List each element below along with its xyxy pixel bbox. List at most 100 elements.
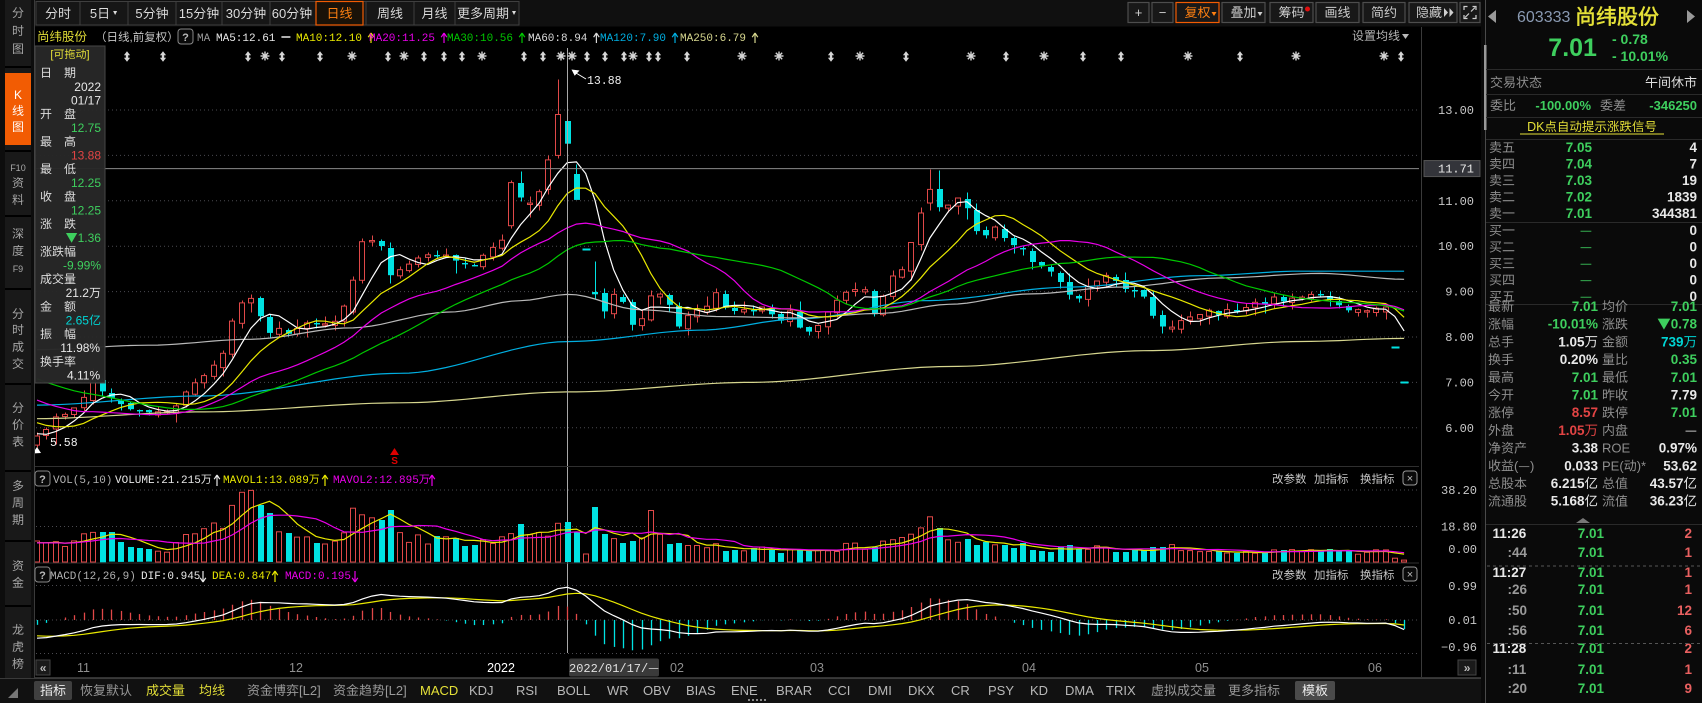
svg-text:RSI: RSI bbox=[516, 683, 538, 698]
svg-text::50: :50 bbox=[1508, 603, 1528, 618]
svg-text:2.65: 2.65 bbox=[66, 314, 90, 328]
svg-text:7.01: 7.01 bbox=[1566, 206, 1593, 221]
svg-text:53.62: 53.62 bbox=[1663, 458, 1697, 473]
svg-text:13.88: 13.88 bbox=[587, 75, 622, 88]
svg-text:7.03: 7.03 bbox=[1566, 173, 1593, 188]
svg-text:7.01: 7.01 bbox=[1671, 405, 1698, 420]
svg-text:7.01: 7.01 bbox=[1671, 299, 1698, 314]
svg-text:0.01: 0.01 bbox=[1448, 614, 1477, 628]
svg-text:02: 02 bbox=[670, 661, 684, 675]
svg-text:×: × bbox=[1407, 569, 1413, 581]
svg-text:PSY: PSY bbox=[988, 683, 1014, 698]
svg-text:DKX: DKX bbox=[908, 683, 935, 698]
svg-text:KD: KD bbox=[1030, 683, 1048, 698]
svg-text:7.04: 7.04 bbox=[1566, 157, 1593, 172]
svg-text:DEA:0.847: DEA:0.847 bbox=[212, 571, 271, 583]
svg-text:7.01: 7.01 bbox=[1671, 370, 1698, 385]
svg-text:BOLL: BOLL bbox=[557, 683, 590, 698]
svg-text:7.01: 7.01 bbox=[1578, 526, 1605, 541]
svg-text:7.01: 7.01 bbox=[1578, 623, 1605, 638]
svg-text:MA120:7.90: MA120:7.90 bbox=[600, 33, 666, 45]
svg-text:7.79: 7.79 bbox=[1671, 388, 1697, 403]
svg-text:[: [ bbox=[50, 49, 53, 61]
svg-text:MA20:11.25: MA20:11.25 bbox=[369, 33, 435, 45]
svg-text:)*: )* bbox=[1637, 458, 1646, 473]
svg-text:3.38: 3.38 bbox=[1572, 441, 1599, 456]
svg-text:5.58: 5.58 bbox=[50, 437, 78, 450]
svg-text::44: :44 bbox=[1508, 545, 1528, 560]
svg-text:7.01: 7.01 bbox=[1578, 582, 1605, 597]
svg-text:MACD: MACD bbox=[420, 683, 458, 698]
svg-text:KDJ: KDJ bbox=[469, 683, 494, 698]
svg-text:12: 12 bbox=[289, 661, 303, 675]
svg-text:01/17: 01/17 bbox=[71, 94, 101, 108]
svg-text:11:28: 11:28 bbox=[1493, 641, 1527, 656]
svg-text:[L2]: [L2] bbox=[385, 683, 407, 698]
svg-text:MA10:12.10: MA10:12.10 bbox=[296, 33, 362, 45]
svg-text:7.01: 7.01 bbox=[1578, 565, 1605, 580]
svg-text:1: 1 bbox=[1685, 565, 1693, 580]
svg-text:8.57: 8.57 bbox=[1572, 405, 1598, 420]
svg-text:7.05: 7.05 bbox=[1566, 140, 1593, 155]
svg-text:TRIX: TRIX bbox=[1106, 683, 1136, 698]
svg-text:S: S bbox=[391, 456, 398, 467]
svg-text:?: ? bbox=[39, 570, 46, 582]
svg-text:7.01: 7.01 bbox=[1578, 681, 1605, 696]
svg-text:OBV: OBV bbox=[643, 683, 671, 698]
svg-text:DMA: DMA bbox=[1065, 683, 1094, 698]
svg-text:0.78: 0.78 bbox=[1671, 317, 1698, 332]
svg-text:1: 1 bbox=[1685, 582, 1693, 597]
svg-text:739: 739 bbox=[1661, 334, 1684, 349]
svg-text:MA30:10.56: MA30:10.56 bbox=[447, 33, 513, 45]
svg-text:+: + bbox=[1135, 5, 1143, 20]
svg-text:?: ? bbox=[39, 474, 46, 486]
svg-text:×: × bbox=[1407, 473, 1413, 485]
svg-text:12: 12 bbox=[1677, 603, 1692, 618]
svg-text:5: 5 bbox=[135, 6, 142, 21]
svg-text:12.25: 12.25 bbox=[71, 176, 101, 190]
svg-text:1.36: 1.36 bbox=[78, 231, 102, 245]
svg-text:12.25: 12.25 bbox=[71, 204, 101, 218]
svg-text:7.01: 7.01 bbox=[1578, 545, 1605, 560]
svg-text:0: 0 bbox=[1690, 256, 1698, 271]
svg-text:-9.99%: -9.99% bbox=[63, 259, 101, 273]
svg-text::26: :26 bbox=[1508, 582, 1528, 597]
svg-text:2022/01/17/: 2022/01/17/ bbox=[569, 662, 648, 676]
svg-text:04: 04 bbox=[1022, 661, 1036, 675]
svg-text:7.01: 7.01 bbox=[1578, 603, 1605, 618]
svg-text:7.01: 7.01 bbox=[1572, 370, 1599, 385]
svg-text:11.00: 11.00 bbox=[1438, 195, 1474, 209]
svg-text:13.88: 13.88 bbox=[71, 149, 101, 163]
svg-text:9: 9 bbox=[1685, 681, 1693, 696]
svg-text:8.00: 8.00 bbox=[1445, 331, 1474, 345]
svg-text:5: 5 bbox=[90, 6, 97, 21]
svg-text:11:26: 11:26 bbox=[1493, 526, 1527, 541]
svg-text:7.00: 7.00 bbox=[1445, 376, 1474, 390]
svg-text:2022: 2022 bbox=[487, 661, 515, 675]
svg-text:- 10.01%: - 10.01% bbox=[1612, 48, 1669, 64]
svg-text:7.01: 7.01 bbox=[1572, 299, 1599, 314]
svg-text:7: 7 bbox=[1690, 157, 1698, 172]
svg-text:): ) bbox=[1530, 458, 1534, 473]
svg-text:(: ( bbox=[1514, 458, 1519, 473]
svg-text:MACD(12,26,9): MACD(12,26,9) bbox=[50, 571, 136, 583]
svg-text:BIAS: BIAS bbox=[686, 683, 716, 698]
svg-text:1: 1 bbox=[1685, 545, 1693, 560]
svg-text:MAVOL1:13.089: MAVOL1:13.089 bbox=[223, 475, 309, 487]
svg-text:11: 11 bbox=[77, 661, 90, 675]
svg-text:15: 15 bbox=[179, 6, 193, 21]
svg-text:[L2]: [L2] bbox=[299, 683, 321, 698]
svg-text:ROE: ROE bbox=[1602, 441, 1631, 456]
svg-text:05: 05 bbox=[1195, 661, 1209, 675]
svg-text:4: 4 bbox=[1690, 140, 1698, 155]
svg-text:0.99: 0.99 bbox=[1448, 580, 1477, 594]
svg-text:−: − bbox=[1159, 5, 1167, 20]
svg-text:06: 06 bbox=[1368, 661, 1382, 675]
svg-text:6: 6 bbox=[1685, 623, 1693, 638]
svg-text:«: « bbox=[40, 661, 47, 675]
svg-text:43.57: 43.57 bbox=[1650, 476, 1684, 491]
svg-text:DMI: DMI bbox=[868, 683, 892, 698]
svg-text:0.20%: 0.20% bbox=[1560, 352, 1598, 367]
svg-text:»: » bbox=[1464, 661, 1471, 675]
svg-text:,: , bbox=[130, 32, 133, 44]
